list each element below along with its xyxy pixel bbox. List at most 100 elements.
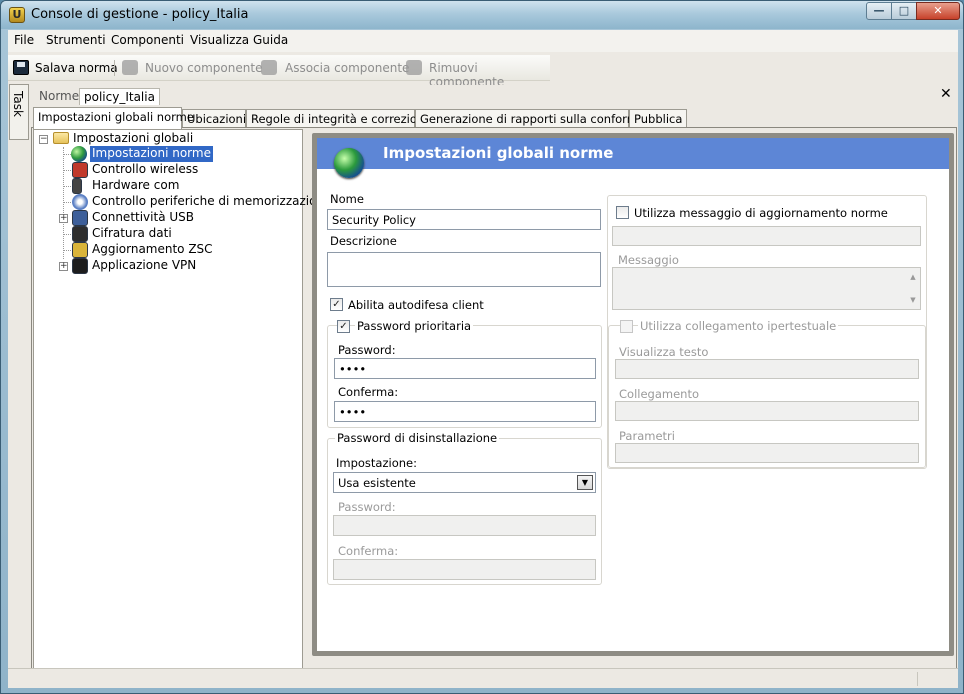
minimize-button[interactable]: —	[866, 2, 892, 20]
new-component-button[interactable]: Nuovo componente	[145, 61, 262, 75]
tree-item-storage[interactable]: Controllo periferiche di memorizzazione	[92, 194, 331, 210]
tree-item-encryption[interactable]: Cifratura dati	[92, 226, 172, 242]
tree-line	[63, 234, 71, 235]
folder-icon	[53, 132, 69, 144]
display-text-label: Visualizza testo	[619, 345, 709, 359]
tab-publish[interactable]: Pubblica	[629, 109, 687, 129]
doc-tab-norme[interactable]: Norme	[35, 88, 83, 104]
globe-icon	[334, 148, 364, 178]
override-password-checkbox[interactable]: ✓	[337, 320, 350, 333]
scroll-up-icon[interactable]: ▲	[908, 272, 918, 282]
panel-header: Impostazioni globali norme	[317, 138, 949, 169]
tree-item-usb[interactable]: Connettività USB	[92, 210, 194, 226]
override-password-label: Password prioritaria	[355, 319, 474, 333]
override-confirm-label: Conferma:	[338, 385, 399, 399]
tree-line	[63, 186, 71, 187]
uninstall-password-field[interactable]	[333, 515, 596, 536]
save-policy-button[interactable]: Salava norma	[35, 61, 118, 75]
app-icon: U	[9, 7, 25, 23]
tab-global-settings[interactable]: Impostazioni globali norme	[33, 107, 194, 129]
tree-item-policy-settings[interactable]: Impostazioni norme	[90, 146, 213, 162]
document-area: Norme policy_Italia ✕ Impostazioni globa…	[31, 85, 957, 688]
title-bar[interactable]: U Console di gestione - policy_Italia — …	[1, 1, 963, 29]
hyperlink-checkbox[interactable]	[620, 320, 633, 333]
uninstall-password-label: Password:	[338, 500, 396, 514]
wireless-icon	[72, 162, 88, 178]
update-icon	[72, 242, 88, 258]
override-confirm-field[interactable]: ••••	[334, 401, 596, 422]
remove-component-icon	[406, 60, 422, 75]
uninstall-password-group: Password di disinstallazione Impostazion…	[327, 431, 602, 585]
hyperlink-label: Utilizza collegamento ipertestuale	[638, 319, 839, 333]
close-document-icon[interactable]: ✕	[940, 86, 952, 102]
override-password-field-label: Password:	[338, 343, 396, 357]
tab-integrity-rules[interactable]: Regole di integrità e correzione	[246, 109, 431, 129]
window-title: Console di gestione - policy_Italia	[31, 7, 249, 22]
lock-icon	[72, 226, 88, 242]
update-message-label: Utilizza messaggio di aggiornamento norm…	[634, 206, 888, 220]
expand-icon[interactable]: +	[59, 214, 68, 223]
menu-file[interactable]: File	[14, 33, 34, 47]
uninstall-group-title: Password di disinstallazione	[335, 431, 500, 445]
tree-line	[63, 147, 64, 259]
hardware-icon	[72, 178, 82, 194]
update-message-group: Utilizza messaggio di aggiornamento norm…	[607, 195, 927, 469]
tab-strip: Impostazioni globali norme Ubicazioni Re…	[31, 107, 957, 129]
task-side-tab[interactable]: Task	[9, 84, 29, 140]
close-button[interactable]: ✕	[916, 2, 960, 20]
chevron-down-icon[interactable]: ▼	[577, 475, 593, 490]
menu-guida[interactable]: Guida	[253, 33, 288, 47]
tree-item-hardware[interactable]: Hardware com	[92, 178, 179, 194]
vpn-icon	[72, 258, 88, 274]
tab-compliance-reports[interactable]: Generazione di rapporti sulla conformità	[415, 109, 653, 129]
uninstall-confirm-field[interactable]	[333, 559, 596, 580]
tab-body: − Impostazioni globali Impostazioni norm…	[31, 127, 957, 687]
globe-icon	[71, 146, 87, 162]
tree-line	[63, 170, 71, 171]
menu-visualizza[interactable]: Visualizza	[190, 33, 249, 47]
associate-component-icon	[261, 60, 277, 75]
menu-componenti[interactable]: Componenti	[111, 33, 184, 47]
parameters-label: Parametri	[619, 429, 675, 443]
settings-tree: − Impostazioni globali Impostazioni norm…	[33, 129, 331, 686]
scroll-down-icon[interactable]: ▼	[908, 295, 918, 305]
link-field[interactable]	[615, 401, 919, 421]
override-password-group: ✓ Password prioritaria Password: •••• Co…	[327, 319, 602, 428]
associate-component-button[interactable]: Associa componente	[285, 61, 409, 75]
collapse-icon[interactable]: −	[39, 135, 48, 144]
update-message-checkbox[interactable]	[616, 206, 629, 219]
description-field[interactable]	[327, 252, 601, 287]
menu-bar: File Strumenti Componenti Visualizza Gui…	[8, 30, 958, 52]
tree-item-wireless[interactable]: Controllo wireless	[92, 162, 198, 178]
message-field[interactable]: ▲ ▼	[612, 267, 921, 310]
message-label: Messaggio	[618, 253, 679, 267]
override-password-field[interactable]: ••••	[334, 358, 596, 379]
self-defense-label: Abilita autodifesa client	[348, 298, 484, 312]
tree-item-zsc-update[interactable]: Aggiornamento ZSC	[92, 242, 213, 258]
self-defense-checkbox[interactable]: ✓	[330, 298, 343, 311]
uninstall-setting-label: Impostazione:	[336, 456, 417, 470]
doc-tab-policy[interactable]: policy_Italia	[79, 88, 160, 105]
maximize-button[interactable]: □	[891, 2, 917, 20]
save-icon	[13, 60, 29, 75]
uninstall-setting-dropdown[interactable]: Usa esistente ▼	[333, 472, 596, 493]
application-window: U Console di gestione - policy_Italia — …	[0, 0, 964, 694]
tree-line	[63, 154, 71, 155]
name-field[interactable]: Security Policy	[327, 209, 601, 230]
display-text-field[interactable]	[615, 359, 919, 379]
tree-line	[63, 250, 71, 251]
settings-panel: Impostazioni globali norme Nome Security…	[312, 133, 954, 656]
tree-line	[63, 202, 71, 203]
status-bar	[8, 668, 958, 688]
description-label: Descrizione	[330, 234, 397, 248]
tree-item-vpn[interactable]: Applicazione VPN	[92, 258, 196, 274]
usb-icon	[72, 210, 88, 226]
parameters-field[interactable]	[615, 443, 919, 463]
name-label: Nome	[330, 192, 364, 206]
toolbar: Salava norma Nuovo componente Associa co…	[8, 55, 550, 89]
tree-root[interactable]: Impostazioni globali	[73, 131, 193, 147]
expand-icon[interactable]: +	[59, 262, 68, 271]
storage-icon	[72, 194, 88, 210]
menu-strumenti[interactable]: Strumenti	[46, 33, 106, 47]
update-message-title-field[interactable]	[612, 226, 921, 246]
